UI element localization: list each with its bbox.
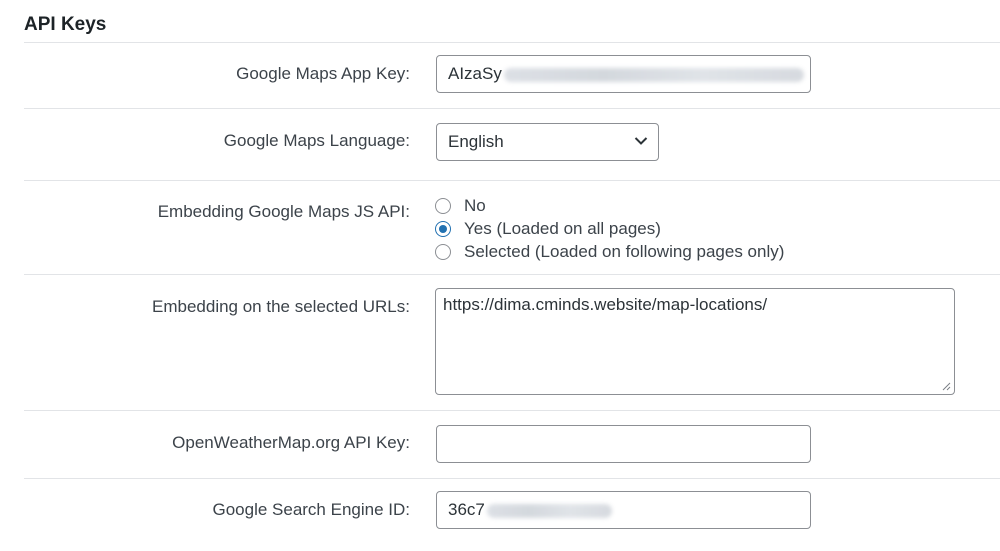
radio-label: Selected (Loaded on following pages only… — [464, 241, 785, 261]
selected-urls-textarea[interactable]: https://dima.cminds.website/map-location… — [435, 288, 955, 395]
chevron-down-icon — [634, 137, 648, 145]
maps-language-selected: English — [448, 132, 504, 151]
resize-handle-icon[interactable] — [941, 381, 951, 391]
radio-button-checked[interactable] — [435, 220, 451, 237]
selected-urls-value: https://dima.cminds.website/map-location… — [443, 295, 768, 314]
search-engine-id-label: Google Search Engine ID: — [212, 500, 410, 519]
maps-app-key-value: AIzaSy — [448, 64, 502, 83]
radio-button[interactable] — [435, 243, 451, 260]
radio-option-yes[interactable]: Yes (Loaded on all pages) — [435, 217, 661, 240]
section-title: API Keys — [24, 14, 107, 35]
radio-button[interactable] — [435, 197, 451, 214]
openweathermap-key-input[interactable] — [436, 425, 811, 463]
maps-app-key-input[interactable]: AIzaSy — [436, 55, 811, 93]
openweathermap-key-label: OpenWeatherMap.org API Key: — [172, 433, 410, 452]
search-engine-id-value: 36c7 — [448, 500, 485, 519]
redacted-value — [503, 67, 804, 82]
radio-option-no[interactable]: No — [435, 194, 486, 217]
radio-label: No — [464, 195, 486, 215]
radio-option-selected[interactable]: Selected (Loaded on following pages only… — [435, 240, 784, 263]
redacted-value — [486, 503, 612, 518]
radio-label: Yes (Loaded on all pages) — [464, 218, 661, 238]
embedding-js-api-label: Embedding Google Maps JS API: — [157, 202, 410, 221]
maps-language-select[interactable]: English — [436, 123, 659, 161]
selected-urls-label: Embedding on the selected URLs: — [152, 297, 410, 316]
maps-app-key-label: Google Maps App Key: — [236, 64, 410, 83]
search-engine-id-input[interactable]: 36c7 — [436, 491, 811, 529]
maps-language-label: Google Maps Language: — [223, 131, 410, 150]
